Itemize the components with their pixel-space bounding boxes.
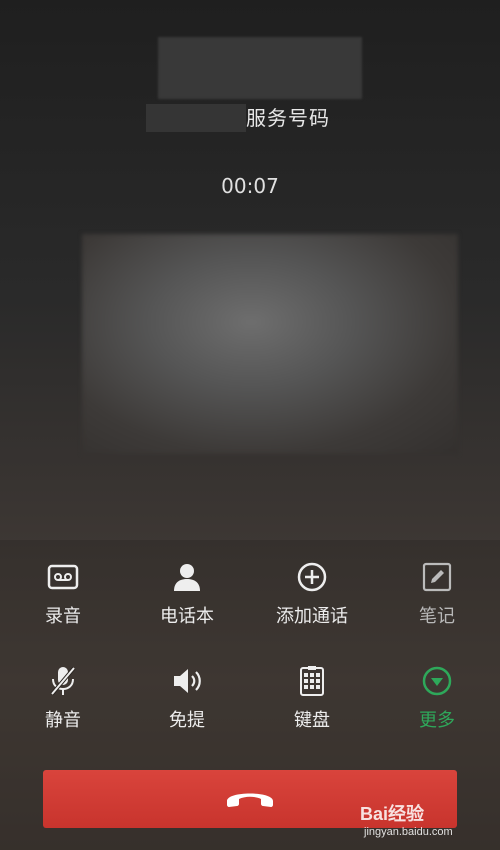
end-call-icon xyxy=(223,785,277,813)
caller-number-label: 服务号码 xyxy=(246,106,330,130)
contacts-button[interactable]: 电话本 xyxy=(127,560,247,640)
record-button[interactable]: 录音 xyxy=(3,560,123,640)
caller-name-redacted xyxy=(158,37,362,99)
caller-number-redacted xyxy=(146,104,246,132)
speaker-button[interactable]: 免提 xyxy=(127,664,247,744)
more-label: 更多 xyxy=(419,710,455,731)
speaker-label: 免提 xyxy=(169,710,205,731)
add-call-icon xyxy=(295,560,329,594)
mute-icon xyxy=(46,664,80,698)
mute-label: 静音 xyxy=(45,710,81,731)
record-icon xyxy=(46,560,80,594)
speaker-icon xyxy=(170,664,204,698)
keypad-button[interactable]: 键盘 xyxy=(252,664,372,744)
baidu-jingyan-watermark: Bai经验 jingyan.baidu.com xyxy=(360,800,480,844)
caller-photo xyxy=(82,234,458,454)
contacts-icon xyxy=(170,560,204,594)
notes-label: 笔记 xyxy=(419,606,455,627)
chevron-down-circle-icon xyxy=(420,664,454,698)
notes-icon xyxy=(420,560,454,594)
call-duration: 00:07 xyxy=(221,174,279,198)
add-call-button[interactable]: 添加通话 xyxy=(252,560,372,640)
watermark-main: Bai经验 xyxy=(360,804,425,824)
keypad-label: 键盘 xyxy=(294,710,330,731)
mute-button[interactable]: 静音 xyxy=(3,664,123,744)
notes-button[interactable]: 笔记 xyxy=(377,560,497,640)
more-button[interactable]: 更多 xyxy=(377,664,497,744)
add-call-label: 添加通话 xyxy=(276,606,348,627)
contacts-label: 电话本 xyxy=(160,606,214,627)
watermark-sub: jingyan.baidu.com xyxy=(364,826,453,838)
record-label: 录音 xyxy=(45,606,81,627)
keypad-icon xyxy=(295,664,329,698)
